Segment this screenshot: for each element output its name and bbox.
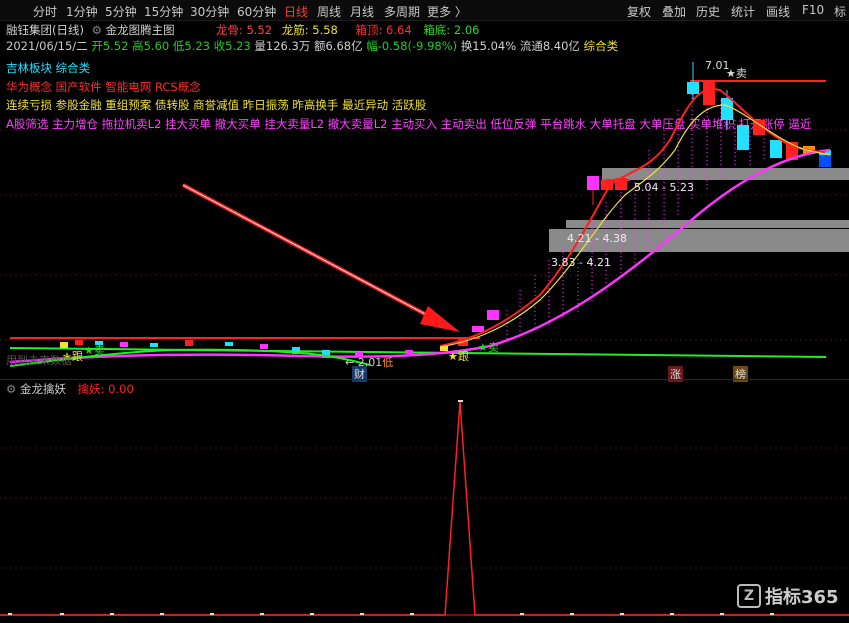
low-tag: 低 [382, 356, 394, 369]
history-button[interactable]: 历史 [696, 3, 720, 20]
ma-red-line [439, 88, 826, 347]
tab-monthly[interactable]: 月线 [350, 3, 374, 20]
tab-timeshare[interactable]: 分时 [33, 3, 57, 20]
draw-button[interactable]: 画线 [766, 3, 790, 20]
kline-chart[interactable] [0, 20, 849, 380]
sub-panel-header: ⚙ 金龙擒妖 擒妖: 0.00 [6, 381, 134, 397]
baseline-ticks [8, 400, 774, 615]
period-toolbar: 分时 1分钟 5分钟 15分钟 30分钟 60分钟 日线 周线 月线 多周期 更… [0, 0, 849, 21]
tab-5min[interactable]: 5分钟 [105, 3, 137, 20]
tab-weekly[interactable]: 周线 [317, 3, 341, 20]
sell-top-marker: ★卖 [726, 67, 747, 80]
follow-marker-right: ★跟 [448, 350, 469, 363]
future-data-watermark: 用到未来数据 [6, 354, 72, 367]
fuquan-button[interactable]: 复权 [627, 3, 651, 20]
stats-button[interactable]: 统计 [731, 3, 755, 20]
zone-label-3: 3.83 - 4.21 [551, 256, 611, 269]
logo-text: 指标365 [765, 587, 839, 608]
qinyao-series [0, 401, 849, 616]
qinyao-label: 擒妖: [77, 382, 105, 396]
zone-label-2: 4.21 - 4.38 [567, 232, 627, 245]
sell-left-marker: ★卖 [84, 344, 105, 357]
tab-daily[interactable]: 日线 [284, 3, 308, 20]
watermark-logo: Z 指标365 [737, 583, 839, 609]
sub-indicator-name[interactable]: 金龙擒妖 [20, 382, 66, 396]
qinyao-chart[interactable] [0, 398, 849, 623]
qinyao-value: 0.00 [108, 382, 134, 396]
logo-icon: Z [737, 584, 761, 608]
panel-divider [0, 379, 849, 380]
tab-1min[interactable]: 1分钟 [66, 3, 98, 20]
tab-60min[interactable]: 60分钟 [237, 3, 276, 20]
sell-mid-marker: ★卖 [478, 341, 499, 354]
sub-settings-icon[interactable]: ⚙ [6, 382, 16, 396]
zone-label-1: 5.04 - 5.23 [634, 181, 694, 194]
zone-band-2a [566, 220, 849, 228]
mark-button[interactable]: 标 [834, 3, 846, 20]
rally-candles [587, 62, 831, 205]
f10-button[interactable]: F10 [802, 3, 824, 17]
tab-30min[interactable]: 30分钟 [190, 3, 229, 20]
arrow-head [420, 306, 460, 332]
tab-more[interactable]: 更多 〉 [427, 3, 467, 20]
overlay-button[interactable]: 叠加 [662, 3, 686, 20]
tab-multi-period[interactable]: 多周期 [384, 3, 420, 20]
ma-magenta-line [9, 148, 831, 364]
zone-band-1 [602, 168, 849, 180]
tab-15min[interactable]: 15分钟 [144, 3, 183, 20]
